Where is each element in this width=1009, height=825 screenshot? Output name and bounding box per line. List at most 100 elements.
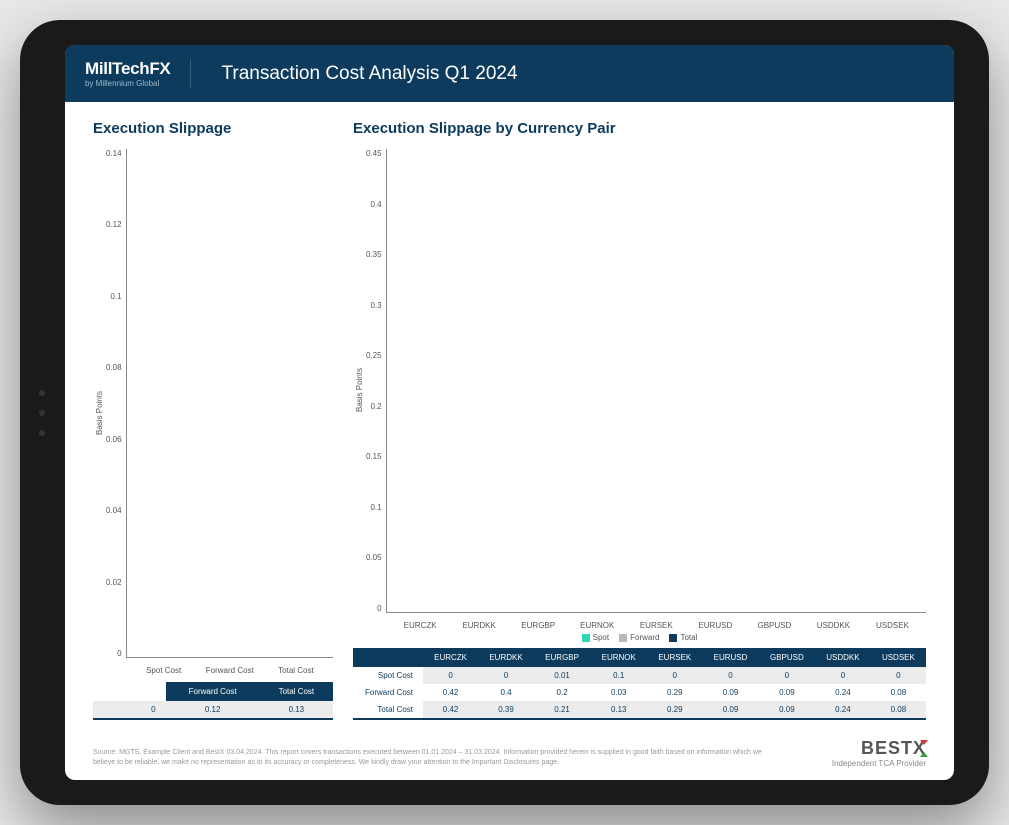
table-header: Forward Cost	[166, 682, 260, 701]
y-tick: 0.3	[366, 301, 382, 310]
y-tick: 0.15	[366, 452, 382, 461]
table-cell: 0.13	[590, 701, 647, 719]
y-tick: 0.4	[366, 200, 382, 209]
x-label: EURNOK	[568, 621, 627, 630]
y-ticks-right: 0.45 0.4 0.35 0.3 0.25 0.2 0.15 0.1 0.05 0	[366, 149, 386, 631]
y-tick: 0.02	[106, 578, 122, 587]
legend-swatch	[669, 634, 677, 642]
report-footer: Source: MGTS, Example Client and BestX 0…	[93, 738, 926, 768]
table-cell: 0.39	[478, 701, 534, 719]
row-label: Total Cost	[353, 701, 423, 719]
screen: MillTechFX by Millennium Global Transact…	[65, 45, 954, 780]
table-cell: 0.29	[647, 684, 702, 701]
table-header: USDSEK	[871, 648, 926, 667]
panel-by-currency: Execution Slippage by Currency Pair Basi…	[353, 120, 926, 720]
table-right: EURCZKEURDKKEURGBPEURNOKEURSEKEURUSDGBPU…	[353, 648, 926, 720]
row-label: Forward Cost	[353, 684, 423, 701]
disclaimer-text: Source: MGTS, Example Client and BestX 0…	[93, 748, 773, 768]
legend-item: Total	[669, 633, 697, 642]
provider-brand: BESTX	[861, 738, 926, 758]
y-tick: 0.06	[106, 435, 122, 444]
table-cell: 0.12	[166, 701, 260, 719]
table-cell: 0	[478, 667, 534, 684]
table-cell: 0.01	[534, 667, 590, 684]
y-tick: 0.08	[106, 363, 122, 372]
table-header: EURNOK	[590, 648, 647, 667]
table-cell: 0.03	[590, 684, 647, 701]
table-cell: 0.1	[590, 667, 647, 684]
chart-title-right: Execution Slippage by Currency Pair	[353, 120, 926, 137]
legend-item: Forward	[619, 633, 659, 642]
report-header: MillTechFX by Millennium Global Transact…	[65, 45, 954, 102]
y-tick: 0.2	[366, 402, 382, 411]
table-cell: 0	[702, 667, 758, 684]
y-tick: 0.04	[106, 506, 122, 515]
x-label: Total Cost	[263, 666, 329, 675]
table-cell: 0.21	[534, 701, 590, 719]
table-header: USDDKK	[815, 648, 871, 667]
table-cell: 0.08	[871, 684, 926, 701]
legend-swatch	[582, 634, 590, 642]
chart-area-left: Basis Points 0.140.120.10.080.060.040.02…	[93, 149, 333, 676]
legend-label: Forward	[630, 633, 659, 642]
table-cell: 0.4	[478, 684, 534, 701]
brand-name: MillTechFX	[85, 59, 170, 79]
y-tick: 0	[366, 604, 382, 613]
legend-label: Spot	[593, 633, 609, 642]
table-cell: 0.24	[815, 701, 871, 719]
y-tick: 0.25	[366, 351, 382, 360]
x-label: EURGBP	[509, 621, 568, 630]
legend-label: Total	[680, 633, 697, 642]
table-cell: 0	[93, 701, 166, 719]
table-row: Forward Cost0.420.40.20.030.290.090.090.…	[353, 684, 926, 701]
legend-right: Spot Forward Total	[353, 633, 926, 642]
y-tick: 0.35	[366, 250, 382, 259]
table-cell: 0.2	[534, 684, 590, 701]
legend-swatch	[619, 634, 627, 642]
table-cell: 0.09	[702, 701, 758, 719]
plot-right: EURCZKEURDKKEURGBPEURNOKEURSEKEURUSDGBPU…	[386, 149, 926, 613]
chart-title-left: Execution Slippage	[93, 120, 333, 137]
panel-execution-slippage: Execution Slippage Basis Points 0.140.12…	[93, 120, 333, 720]
table-cell: 0	[871, 667, 926, 684]
table-cell: 0	[815, 667, 871, 684]
row-label: Spot Cost	[353, 667, 423, 684]
table-header-blank	[353, 648, 423, 667]
y-tick: 0.05	[366, 553, 382, 562]
x-label: GBPUSD	[745, 621, 804, 630]
y-tick: 0.14	[106, 149, 122, 158]
y-tick: 0.1	[366, 503, 382, 512]
content-area: Execution Slippage Basis Points 0.14 0.12…	[65, 102, 954, 780]
table-cell: 0.09	[759, 701, 815, 719]
brand-block: MillTechFX by Millennium Global	[85, 59, 191, 88]
table-left: Spot CostForward CostTotal Cost 00.120.1…	[93, 682, 333, 720]
plot-left: Spot CostForward CostTotal Cost	[126, 149, 333, 658]
table-cell: 0	[647, 667, 702, 684]
table-row: Total Cost0.420.390.210.130.290.090.090.…	[353, 701, 926, 719]
x-label: EURDKK	[450, 621, 509, 630]
table-cell: 0.42	[423, 701, 478, 719]
provider-logo: BESTX Independent TCA Provider	[832, 738, 926, 768]
table-header: EURCZK	[423, 648, 478, 667]
table-cell: 0.13	[260, 701, 333, 719]
y-tick: 0.45	[366, 149, 382, 158]
table-cell: 0.08	[871, 701, 926, 719]
table-header: Spot Cost	[93, 682, 166, 701]
x-label: USDDKK	[804, 621, 863, 630]
table-cell: 0.42	[423, 684, 478, 701]
table-header: Total Cost	[260, 682, 333, 701]
table-header: EURGBP	[534, 648, 590, 667]
provider-subtitle: Independent TCA Provider	[832, 759, 926, 768]
table-header: EURUSD	[702, 648, 758, 667]
legend-item: Spot	[582, 633, 609, 642]
x-label: Forward Cost	[197, 666, 263, 675]
y-axis-label-right: Basis Points	[353, 149, 366, 631]
table-cell: 0.29	[647, 701, 702, 719]
y-ticks-left: 0.140.120.10.080.060.040.020	[106, 149, 126, 676]
tablet-frame: MillTechFX by Millennium Global Transact…	[20, 20, 989, 805]
y-tick: 0	[106, 649, 122, 658]
table-cell: 0	[759, 667, 815, 684]
table-cell: 0.09	[759, 684, 815, 701]
x-label: Spot Cost	[131, 666, 197, 675]
x-label: EURSEK	[627, 621, 686, 630]
